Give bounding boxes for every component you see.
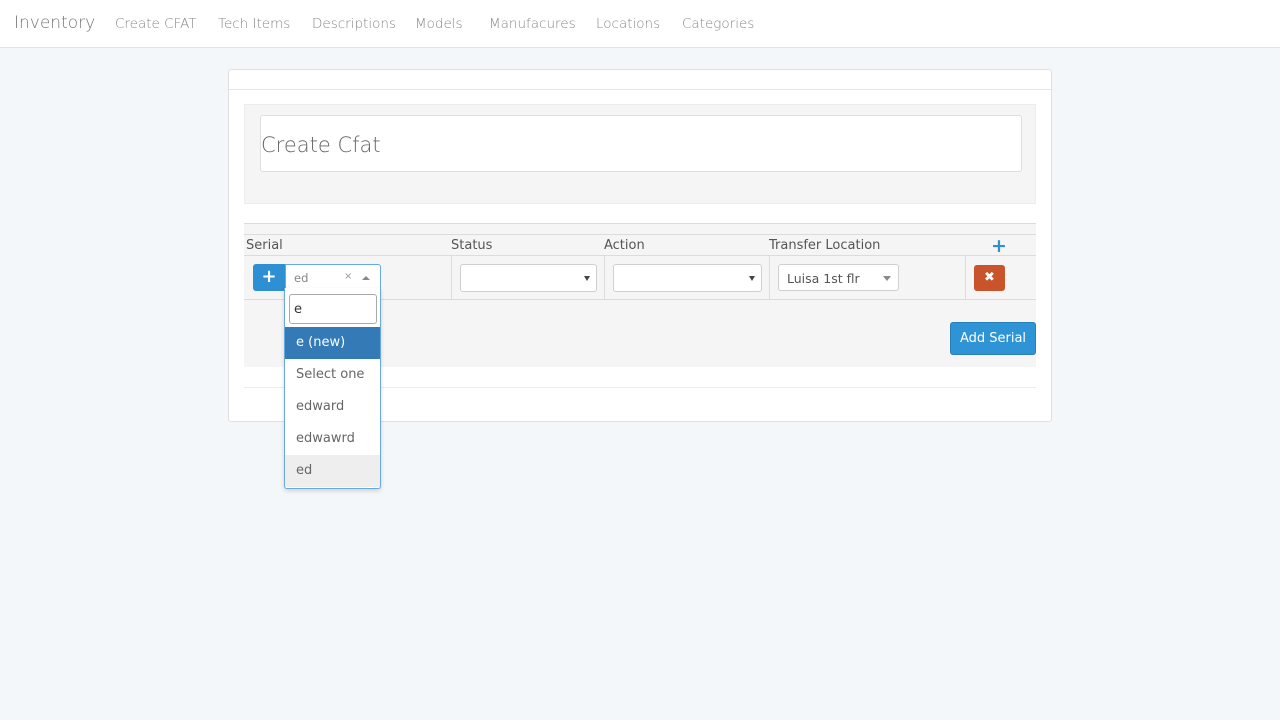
serial-select[interactable]: ed ×	[285, 264, 381, 291]
dropdown-option[interactable]: edwawrd	[285, 423, 380, 455]
add-column-plus-icon[interactable]: +	[991, 235, 1007, 257]
transfer-location-value: Luisa 1st flr	[787, 271, 860, 286]
column-divider	[769, 256, 770, 300]
page-title: Create Cfat	[261, 133, 381, 157]
transfer-location-select[interactable]: Luisa 1st flr	[778, 264, 899, 291]
title-panel: Create Cfat	[260, 115, 1022, 172]
add-serial-row-button[interactable]: +	[253, 264, 285, 291]
column-header-status: Status	[451, 238, 493, 253]
table-header-row: Serial Status Action Transfer Location +	[244, 234, 1036, 257]
column-header-action: Action	[604, 238, 645, 253]
nav-link-manufacures[interactable]: Manufacures	[489, 16, 576, 32]
nav-link-models[interactable]: Models	[415, 16, 463, 32]
chevron-down-icon	[749, 276, 755, 281]
dropdown-option[interactable]: Select one	[285, 359, 380, 391]
dropdown-option[interactable]: edward	[285, 391, 380, 423]
card-header-divider	[229, 89, 1051, 90]
dropdown-option[interactable]: e (new)	[285, 327, 380, 359]
column-header-serial: Serial	[246, 238, 283, 253]
add-serial-button[interactable]: Add Serial	[950, 322, 1036, 355]
action-select[interactable]	[613, 264, 762, 292]
status-select[interactable]	[460, 264, 597, 292]
serial-dropdown: e (new) Select one edward edwawrd ed	[284, 288, 381, 489]
column-divider	[451, 256, 452, 300]
nav-link-categories[interactable]: Categories	[682, 16, 754, 32]
times-icon: ✖	[984, 270, 995, 285]
dropdown-option[interactable]: ed	[285, 455, 380, 487]
plus-icon: +	[261, 266, 277, 287]
chevron-up-icon	[362, 276, 370, 280]
chevron-down-icon	[584, 276, 590, 281]
chevron-down-icon	[883, 276, 891, 281]
title-well: Create Cfat	[244, 104, 1036, 204]
remove-row-button[interactable]: ✖	[974, 265, 1005, 291]
clear-icon[interactable]: ×	[344, 271, 352, 282]
navbar: Inventory Create CFAT Tech Items Descrip…	[0, 0, 1280, 48]
column-divider	[965, 256, 966, 300]
dropdown-search-input[interactable]	[289, 294, 377, 324]
nav-link-locations[interactable]: Locations	[596, 16, 660, 32]
brand-link[interactable]: Inventory	[14, 13, 95, 33]
serial-select-value: ed	[294, 271, 309, 285]
column-divider	[604, 256, 605, 300]
nav-link-create-cfat[interactable]: Create CFAT	[115, 16, 197, 32]
nav-link-descriptions[interactable]: Descriptions	[312, 16, 396, 32]
column-header-transfer-location: Transfer Location	[769, 238, 881, 253]
nav-link-tech-items[interactable]: Tech Items	[218, 16, 290, 32]
